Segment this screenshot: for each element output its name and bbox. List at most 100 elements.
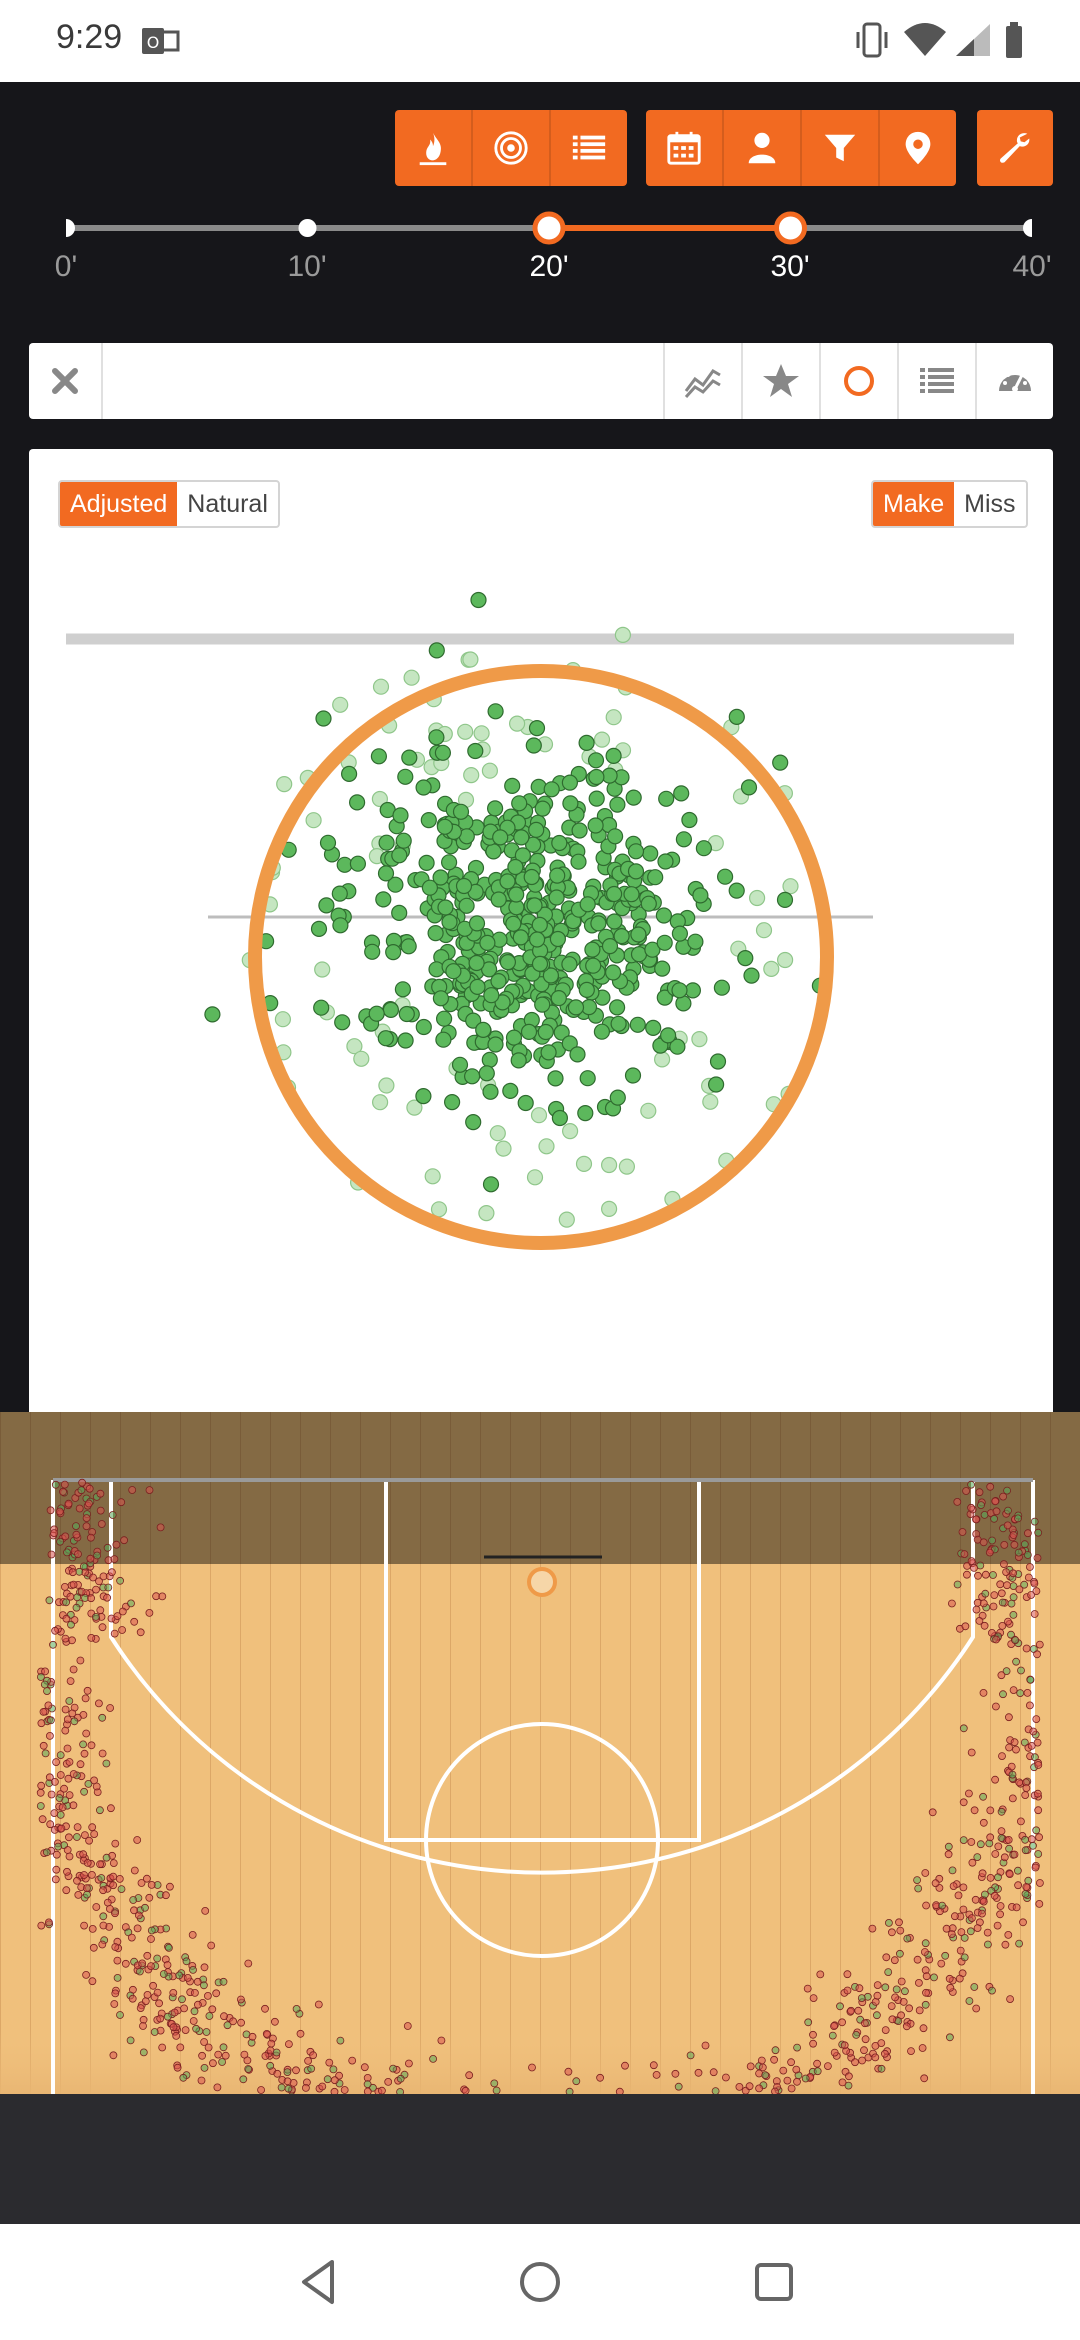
court-shot-point — [212, 1989, 221, 1998]
shot-point — [428, 961, 445, 978]
court-shot-point — [1014, 1514, 1022, 1523]
court-shot-point — [240, 2050, 249, 2059]
tab-favorites[interactable] — [741, 343, 819, 419]
tab-list[interactable] — [897, 343, 975, 419]
court-shot-point — [118, 1626, 126, 1634]
court-shot-point — [1012, 1903, 1021, 1912]
tab-shot-circle[interactable] — [819, 343, 897, 419]
mode-natural-button[interactable]: Natural — [177, 482, 278, 526]
shot-point — [505, 915, 522, 932]
date-filter-button[interactable] — [646, 110, 724, 186]
court-shot-point — [200, 2064, 209, 2072]
court-shot-point — [973, 1853, 982, 1862]
shot-point — [702, 1093, 719, 1110]
slider-max-handle[interactable] — [774, 211, 807, 245]
court-shot-point — [881, 2049, 889, 2058]
court-shot-point — [949, 1882, 958, 1891]
court-shot-point — [992, 1702, 1000, 1711]
shot-point — [415, 1087, 432, 1105]
court-shot-point — [1027, 1835, 1036, 1844]
court-shot-point — [968, 1858, 977, 1867]
court-shot-point — [396, 2074, 405, 2083]
slider-min-handle[interactable] — [532, 211, 566, 245]
filter-button[interactable] — [802, 110, 880, 186]
player-filter-button[interactable] — [724, 110, 802, 186]
shot-point — [512, 929, 529, 946]
court-shot-point — [109, 1872, 118, 1881]
court-shot-point — [111, 1989, 120, 1998]
outlook-notification-icon: O — [142, 28, 180, 54]
shot-point — [600, 1200, 618, 1218]
court-shot-point — [170, 2008, 179, 2017]
shot-point — [509, 715, 526, 732]
court-shot-point — [1035, 1640, 1044, 1649]
shot-point — [465, 1113, 482, 1131]
court-shot-point — [919, 2024, 928, 2033]
clear-search-button[interactable] — [29, 343, 103, 419]
court-shot-point — [1027, 1741, 1036, 1750]
shot-point — [391, 847, 408, 864]
court-shot-point — [745, 2082, 754, 2091]
shot-point — [673, 785, 690, 802]
shot-point — [610, 1015, 627, 1032]
court-shot-point — [1034, 1806, 1043, 1815]
court-shot-point — [50, 1809, 59, 1818]
court-shot-point — [1023, 1688, 1032, 1697]
mode-adjusted-button[interactable]: Adjusted — [60, 482, 178, 526]
tab-dashboard[interactable] — [975, 343, 1053, 419]
court-shot-point — [991, 1850, 1000, 1858]
court-shot-point — [938, 1901, 946, 1910]
court-shot-point — [986, 1873, 995, 1882]
home-icon[interactable] — [512, 2254, 568, 2310]
shot-point — [478, 1204, 495, 1222]
court-shot-point — [147, 1926, 156, 1935]
court-shot-point — [147, 1962, 155, 1970]
accuracy-button[interactable] — [473, 110, 551, 186]
court-shot-point — [116, 1576, 124, 1585]
shot-point — [561, 956, 578, 973]
settings-button[interactable] — [977, 110, 1053, 186]
court-shot-point — [96, 1860, 104, 1869]
shot-point — [481, 762, 498, 779]
court-shot-point — [72, 1530, 81, 1539]
result-make-button[interactable]: Make — [873, 482, 955, 526]
tab-trend[interactable] — [663, 343, 741, 419]
back-icon[interactable] — [292, 2254, 348, 2310]
court-shot-point — [913, 1955, 922, 1964]
location-filter-button[interactable] — [880, 110, 956, 186]
court-shot-point — [978, 1869, 987, 1878]
court-shot-point — [190, 1989, 199, 1997]
shot-point — [495, 1140, 512, 1157]
court-shot-point — [793, 2077, 801, 2086]
court-shot-point — [1003, 1581, 1011, 1590]
distance-slider[interactable] — [66, 206, 1032, 250]
court-shot-point — [378, 2086, 386, 2094]
court-shot-point — [92, 1782, 101, 1791]
court-shot-point — [1009, 1593, 1018, 1602]
court-shot-point — [103, 1543, 112, 1552]
result-miss-button[interactable]: Miss — [954, 482, 1025, 526]
shot-point — [403, 669, 420, 686]
court-shot-point — [69, 1580, 78, 1589]
court-shot-point — [145, 1608, 154, 1617]
court-shot-point — [735, 2083, 744, 2091]
list-view-button[interactable] — [551, 110, 627, 186]
court-shot-point — [1002, 1568, 1010, 1577]
shot-point — [740, 779, 758, 796]
court-shot-point — [1017, 1817, 1025, 1826]
court-shot-point — [994, 1873, 1002, 1882]
hot-zones-button[interactable] — [395, 110, 473, 186]
court-shot-point — [38, 1815, 47, 1824]
court-shot-point — [262, 2030, 271, 2038]
recents-icon[interactable] — [746, 2254, 802, 2310]
search-input[interactable] — [103, 343, 663, 419]
court-shot-point — [111, 1839, 120, 1848]
vibrate-icon — [856, 22, 888, 58]
court-shot-point — [994, 1842, 1003, 1851]
court-shot-point — [899, 1998, 908, 2006]
shot-point — [593, 731, 611, 748]
court-shot-point — [37, 1719, 46, 1728]
court-shot-point — [219, 1977, 228, 1986]
court-shot-point — [1000, 1540, 1009, 1549]
shot-point — [728, 882, 745, 899]
